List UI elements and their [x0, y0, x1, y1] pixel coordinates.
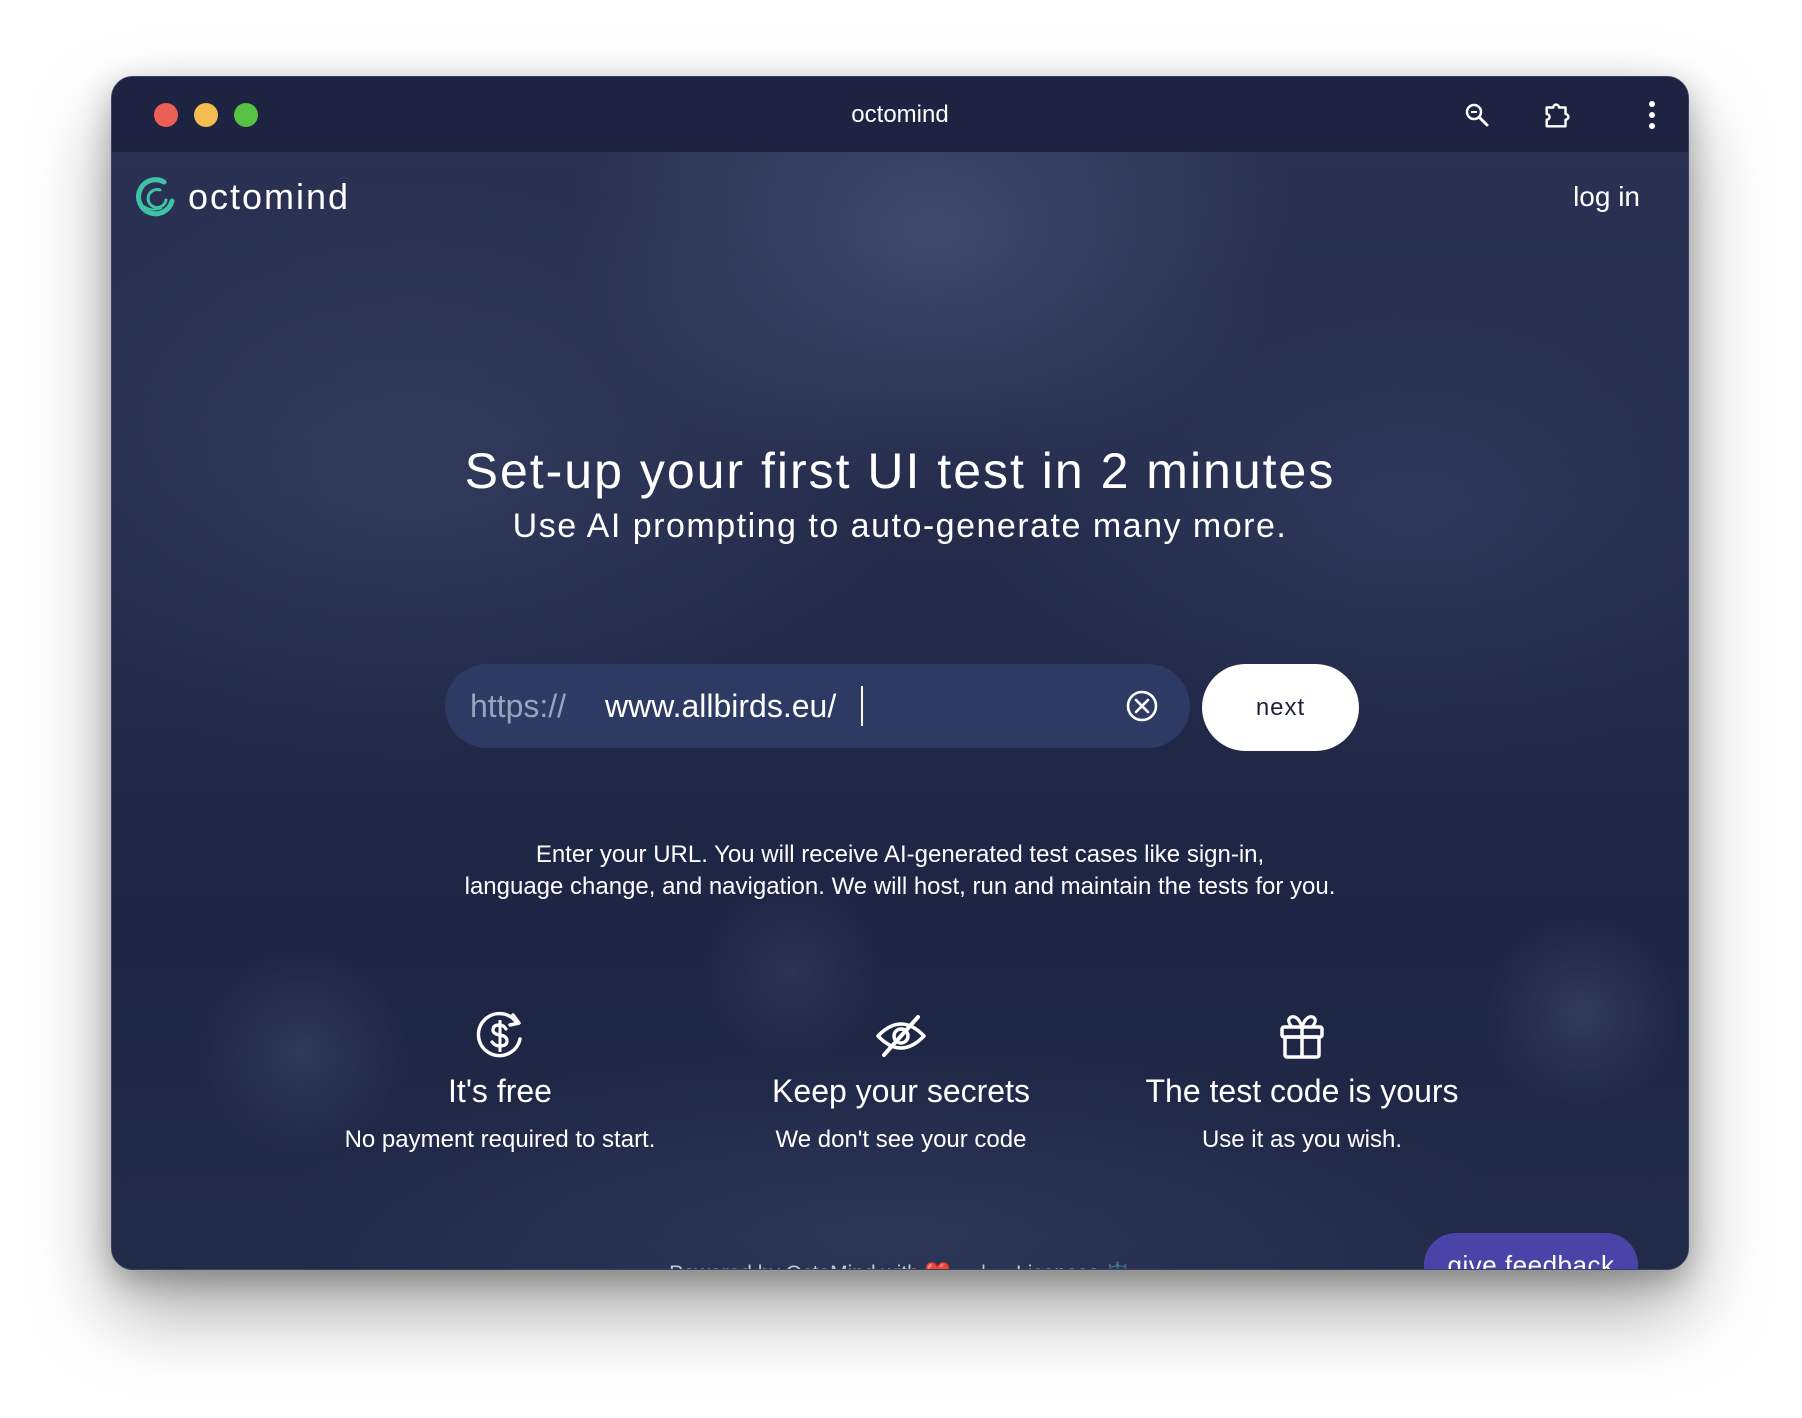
text-caret	[861, 686, 863, 726]
feature-subtitle: No payment required to start.	[344, 1126, 656, 1153]
licenses-label: Licenses	[1016, 1262, 1099, 1269]
give-feedback-button[interactable]: give feedback	[1424, 1233, 1638, 1269]
window-title: octomind	[851, 101, 949, 128]
feature-code-yours: The test code is yours Use it as you wis…	[1092, 1007, 1512, 1154]
description-line-1: Enter your URL. You will receive AI-gene…	[535, 841, 1265, 868]
url-description: Enter your URL. You will receive AI-gene…	[112, 839, 1688, 903]
powered-by-text: Powered by OctoMind with	[669, 1262, 919, 1269]
brand-logo-link[interactable]: octomind	[134, 176, 350, 218]
url-input-group: https://	[445, 664, 1190, 748]
zoom-icon[interactable]	[1461, 99, 1493, 131]
clear-input-button[interactable]	[1124, 688, 1160, 724]
url-input[interactable]	[605, 678, 1105, 734]
clear-circle-icon	[1126, 690, 1158, 722]
next-button[interactable]: next	[1202, 664, 1359, 751]
feature-subtitle: Use it as you wish.	[1201, 1126, 1403, 1153]
gift-icon	[1280, 1015, 1324, 1059]
title-bar: octomind	[112, 77, 1688, 152]
login-link[interactable]: log in	[1573, 181, 1640, 213]
octomind-logo-icon	[136, 177, 175, 217]
feature-title: Keep your secrets	[772, 1073, 1030, 1109]
extensions-icon[interactable]	[1542, 99, 1574, 131]
feature-title: The test code is yours	[1145, 1073, 1459, 1109]
more-options-icon[interactable]	[1636, 99, 1668, 131]
description-line-2: language change, and navigation. We will…	[464, 873, 1336, 900]
page-title: Set-up your first UI test in 2 minutes	[464, 443, 1336, 499]
scales-icon: ⚖️	[1105, 1262, 1131, 1269]
brand-name: octomind	[188, 176, 351, 217]
feature-subtitle: We don't see your code	[775, 1126, 1027, 1153]
eye-slash-icon	[876, 1015, 926, 1057]
feature-secrets: Keep your secrets We don't see your code	[691, 1007, 1111, 1154]
browser-window: octomind octomind log in Set-up your fir…	[111, 76, 1689, 1270]
dollar-cycle-icon	[476, 1011, 522, 1058]
url-prefix: https://	[470, 688, 567, 724]
licenses-link[interactable]: Licenses ⚖️	[1016, 1262, 1131, 1269]
page-subtitle: Use AI prompting to auto-generate many m…	[512, 507, 1288, 545]
feature-title: It's free	[448, 1073, 552, 1109]
footer-separator: |	[981, 1262, 986, 1269]
feature-free: It's free No payment required to start.	[290, 1007, 710, 1154]
page-content: octomind log in Set-up your first UI tes…	[112, 152, 1688, 1269]
heart-icon: ❤️	[925, 1262, 951, 1269]
